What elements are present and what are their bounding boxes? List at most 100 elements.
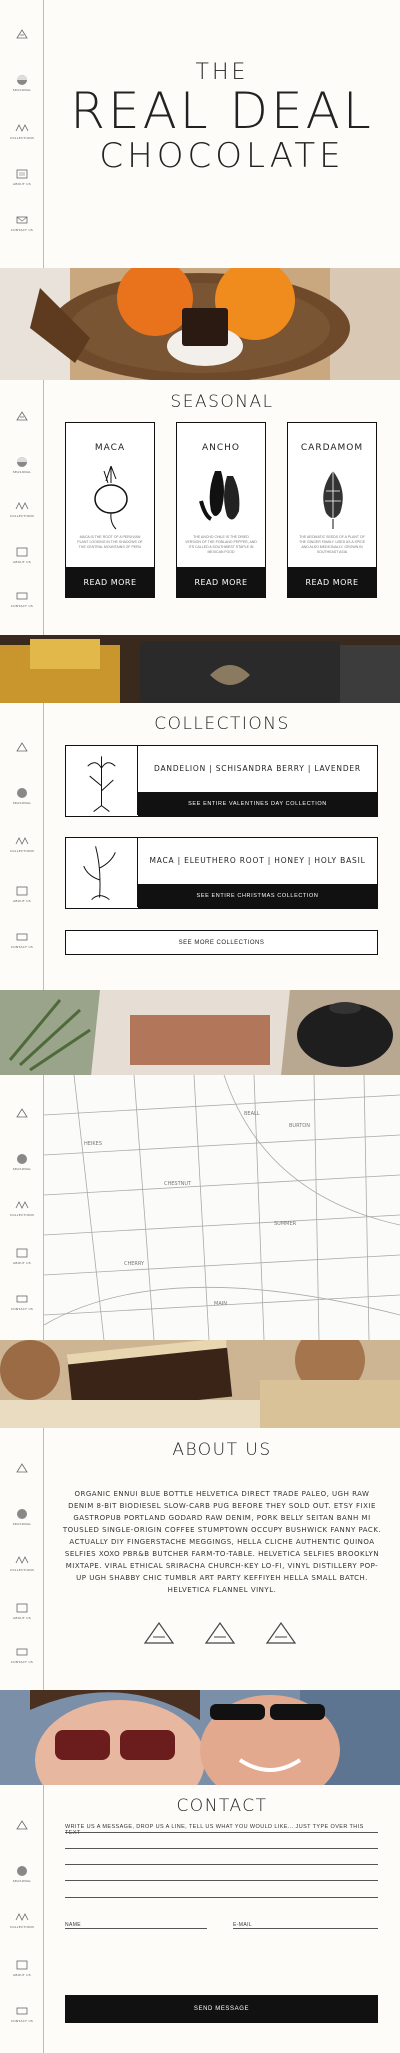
nav-about[interactable]: ABOUT US <box>0 546 44 564</box>
email-field[interactable] <box>233 1928 378 1929</box>
nav-seasonal[interactable]: SEASONAL <box>0 456 44 474</box>
founders-illustration <box>0 1690 400 1785</box>
collections-icon <box>15 837 29 845</box>
about-icon <box>16 547 28 557</box>
nav-collections[interactable]: COLLECTIONS <box>0 835 44 853</box>
contact-icon <box>16 592 28 600</box>
nav-contact[interactable]: CONTACT US <box>0 590 44 608</box>
nav-collections-label: COLLECTIONS <box>9 1568 35 1572</box>
nav-collections-label: COLLECTIONS <box>9 1925 35 1929</box>
nav-contact[interactable]: CONTACT US <box>0 1646 44 1664</box>
nav-collections[interactable]: COLLECTIONS <box>0 1911 44 1929</box>
sidebar-nav: SEASONAL COLLECTIONS ABOUT US CONTACT US <box>0 0 44 268</box>
street-map-drawing: BEALL BURTON HEIKES CHESTNUT SUMMER CHER… <box>43 1074 400 1341</box>
send-message-button[interactable]: SEND MESSAGE <box>65 1995 378 2023</box>
read-more-button[interactable]: READ MORE <box>288 567 376 597</box>
nav-collections-label: COLLECTIONS <box>9 1213 35 1217</box>
seasonal-card-cardamom: CARDAMOM THE AROMATIC SEEDS OF A PLANT O… <box>287 422 377 598</box>
read-more-button[interactable]: READ MORE <box>177 567 265 597</box>
nav-seasonal[interactable]: SEASONAL <box>0 1865 44 1883</box>
nav-contact-label: CONTACT US <box>10 945 34 949</box>
name-field[interactable] <box>65 1928 207 1929</box>
nav-about-label: ABOUT US <box>13 1616 31 1620</box>
nav-about-label: ABOUT US <box>13 182 31 186</box>
seasonal-card-ancho: ANCHO THE ANCHO CHILE IS THE DRIED VERSI… <box>176 422 266 598</box>
sidebar-nav: SEASONAL COLLECTIONS ABOUT US CONTACT US <box>0 380 44 635</box>
nav-about[interactable]: ABOUT US <box>0 1959 44 1977</box>
message-line[interactable] <box>65 1880 378 1881</box>
nav-contact-label: CONTACT US <box>10 604 34 608</box>
nav-seasonal[interactable]: SEASONAL <box>0 1508 44 1526</box>
see-more-collections-button[interactable]: SEE MORE COLLECTIONS <box>65 930 378 955</box>
nav-seasonal-label: SEASONAL <box>12 88 32 92</box>
seasonal-card-maca: MACA MACA IS THE ROOT OF A PERUVIAN PLAN… <box>65 422 155 598</box>
map-label: BURTON <box>289 1123 310 1129</box>
brownies-illustration <box>0 1340 400 1428</box>
nav-home[interactable] <box>0 410 44 422</box>
message-line[interactable] <box>65 1848 378 1849</box>
card-description: THE AROMATIC SEEDS OF A PLANT OF THE GIN… <box>298 535 365 554</box>
nav-collections[interactable]: COLLECTIONS <box>0 1199 44 1217</box>
message-line[interactable] <box>65 1897 378 1898</box>
ancho-pepper-icon <box>199 471 240 521</box>
nav-seasonal[interactable]: SEASONAL <box>0 74 44 92</box>
see-collection-link[interactable]: SEE ENTIRE CHRISTMAS COLLECTION <box>138 884 377 908</box>
message-textarea[interactable]: WRITE US A MESSAGE, DROP US A LINE, TELL… <box>65 1824 378 1836</box>
nav-contact[interactable]: CONTACT US <box>0 931 44 949</box>
nav-contact[interactable]: CONTACT US <box>0 214 44 232</box>
nav-collections[interactable]: COLLECTIONS <box>0 122 44 140</box>
nav-home[interactable] <box>0 28 44 40</box>
see-collection-link[interactable]: SEE ENTIRE VALENTINES DAY COLLECTION <box>138 792 377 816</box>
logo-line-real-deal: REAL DEAL <box>70 82 374 140</box>
seasonal-icon <box>17 75 27 85</box>
photo-brownies <box>0 1340 400 1428</box>
seasonal-icon <box>17 1866 27 1876</box>
seasonal-title: SEASONAL <box>170 392 274 412</box>
triangle-logo-icon <box>204 1621 236 1644</box>
oranges-illustration <box>0 268 400 380</box>
message-line[interactable] <box>65 1864 378 1865</box>
about-icon <box>16 169 28 179</box>
collections-icon <box>15 1556 29 1564</box>
home-logo-icon <box>16 742 28 752</box>
nav-about[interactable]: ABOUT US <box>0 1602 44 1620</box>
photo-magazine-teapot <box>0 990 400 1075</box>
nav-home[interactable] <box>0 1107 44 1119</box>
about-icon <box>16 1248 28 1258</box>
card-name: MACA <box>94 443 126 453</box>
nav-collections[interactable]: COLLECTIONS <box>0 500 44 518</box>
nav-about[interactable]: ABOUT US <box>0 1247 44 1265</box>
nav-contact[interactable]: CONTACT US <box>0 2005 44 2023</box>
nav-home[interactable] <box>0 1462 44 1474</box>
read-more-button[interactable]: READ MORE <box>66 567 154 597</box>
nav-about[interactable]: ABOUT US <box>0 168 44 186</box>
dandelion-sketch-icon <box>87 746 138 815</box>
sidebar-nav: SEASONAL COLLECTIONS ABOUT US CONTACT US <box>0 1428 44 1690</box>
street-map[interactable]: BEALL BURTON HEIKES CHESTNUT SUMMER CHER… <box>43 1074 400 1341</box>
nav-collections-label: COLLECTIONS <box>9 849 35 853</box>
cardamom-pod-icon <box>323 471 343 529</box>
maca-root-icon <box>94 465 128 530</box>
nav-about[interactable]: ABOUT US <box>0 885 44 903</box>
map-label: MAIN <box>214 1301 227 1307</box>
nav-contact-label: CONTACT US <box>10 228 34 232</box>
nav-about-label: ABOUT US <box>13 1261 31 1265</box>
nav-home[interactable] <box>0 1819 44 1831</box>
sidebar-nav: SEASONAL COLLECTIONS ABOUT US CONTACT US <box>0 1785 44 2053</box>
message-line[interactable] <box>65 1832 378 1833</box>
nav-seasonal-label: SEASONAL <box>12 1167 32 1171</box>
home-logo-icon <box>16 1463 28 1473</box>
home-logo-icon <box>16 1108 28 1118</box>
nav-contact[interactable]: CONTACT US <box>0 1293 44 1311</box>
nav-collections[interactable]: COLLECTIONS <box>0 1554 44 1572</box>
map-label: HEIKES <box>84 1141 102 1147</box>
nav-about-label: ABOUT US <box>13 1973 31 1977</box>
nav-seasonal[interactable]: SEASONAL <box>0 787 44 805</box>
nav-seasonal[interactable]: SEASONAL <box>0 1153 44 1171</box>
nav-home[interactable] <box>0 741 44 753</box>
collection-flavors: MACA | ELEUTHERO ROOT | HONEY | HOLY BAS… <box>149 856 366 865</box>
contact-icon <box>16 2007 28 2015</box>
card-description: THE ANCHO CHILE IS THE DRIED VERSION OF … <box>185 535 257 554</box>
triangle-logo-icon <box>265 1621 297 1644</box>
map-label: CHERRY <box>124 1261 145 1267</box>
